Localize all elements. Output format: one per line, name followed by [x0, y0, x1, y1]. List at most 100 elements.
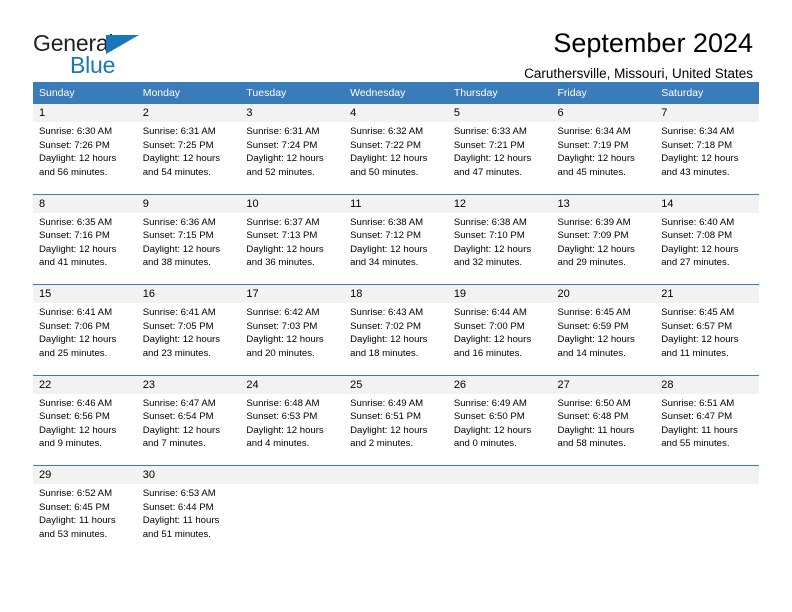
- daylight-duration-line2: and 41 minutes.: [39, 257, 108, 269]
- sunrise-time: Sunrise: 6:38 AM: [350, 216, 424, 228]
- daylight-duration-line2: and 9 minutes.: [39, 438, 102, 450]
- day-number[interactable]: 7: [655, 104, 759, 122]
- day-cell[interactable]: Sunrise: 6:31 AM Sunset: 7:25 PM Daylight:…: [136, 122, 241, 194]
- sunrise-time: Sunrise: 6:34 AM: [661, 126, 735, 137]
- daylight-duration-line2: and 32 minutes.: [453, 257, 523, 269]
- day-cell[interactable]: Sunrise: 6:51 AM Sunset: 6:47 PM Daylight:…: [655, 393, 759, 466]
- day-number[interactable]: 28: [655, 374, 759, 394]
- day-number[interactable]: 1: [33, 104, 137, 122]
- day-cell[interactable]: Sunrise: 6:35 AM Sunset: 7:16 PM Daylight:…: [33, 212, 137, 285]
- daylight-duration-line2: and 38 minutes.: [142, 257, 211, 269]
- day-cell[interactable]: Sunrise: 6:37 AM Sunset: 7:13 PM Daylight:…: [240, 212, 345, 285]
- day-cell[interactable]: Sunrise: 6:33 AM Sunset: 7:21 PM Daylight:…: [447, 122, 552, 194]
- day-cell[interactable]: Sunrise: 6:39 AM Sunset: 7:09 PM Daylight:…: [551, 212, 656, 285]
- day-number[interactable]: 30: [136, 465, 241, 484]
- day-cell[interactable]: Sunrise: 6:46 AM Sunset: 6:56 PM Daylight:…: [33, 393, 137, 466]
- daylight-duration-line1: Daylight: 12 hours: [142, 424, 221, 436]
- day-number[interactable]: 11: [344, 193, 448, 213]
- day-number[interactable]: 25: [344, 374, 448, 394]
- day-number[interactable]: 20: [551, 284, 656, 303]
- weekday-header-friday: Friday: [551, 82, 656, 104]
- day-number[interactable]: 22: [33, 374, 137, 394]
- daylight-duration-line2: and 56 minutes.: [39, 166, 108, 178]
- day-cell[interactable]: Sunrise: 6:31 AM Sunset: 7:24 PM Daylight:…: [240, 122, 345, 194]
- weekday-header-tuesday: Tuesday: [240, 82, 345, 104]
- daylight-duration-line1: Daylight: 12 hours: [350, 424, 428, 436]
- daylight-duration-line2: and 25 minutes.: [39, 347, 108, 359]
- day-number[interactable]: 2: [136, 104, 241, 122]
- day-cell[interactable]: Sunrise: 6:49 AM Sunset: 6:51 PM Daylight:…: [344, 393, 448, 466]
- day-number[interactable]: 24: [240, 374, 345, 394]
- sunrise-time: Sunrise: 6:32 AM: [350, 126, 424, 137]
- calendar-week-daynumbers: 29 30: [33, 465, 759, 484]
- day-number[interactable]: 5: [447, 104, 552, 122]
- day-cell[interactable]: Sunrise: 6:53 AM Sunset: 6:44 PM Daylight:…: [136, 484, 241, 556]
- day-cell[interactable]: Sunrise: 6:38 AM Sunset: 7:10 PM Daylight:…: [447, 212, 552, 285]
- logo-text-general: General: [33, 30, 114, 56]
- day-cell[interactable]: Sunrise: 6:32 AM Sunset: 7:22 PM Daylight:…: [344, 122, 448, 194]
- daylight-duration-line1: Daylight: 12 hours: [557, 334, 635, 346]
- calendar-page: General Blue September 2024 Caruthersvil…: [0, 0, 792, 612]
- day-number[interactable]: 17: [240, 284, 345, 303]
- day-number[interactable]: 4: [344, 104, 448, 122]
- day-cell[interactable]: Sunrise: 6:49 AM Sunset: 6:50 PM Daylight:…: [447, 393, 552, 466]
- daylight-duration-line2: and 2 minutes.: [350, 438, 414, 450]
- sunrise-time: Sunrise: 6:40 AM: [661, 216, 735, 228]
- day-number[interactable]: 18: [344, 284, 448, 303]
- sunrise-time: Sunrise: 6:39 AM: [557, 216, 631, 228]
- day-number[interactable]: 3: [240, 104, 345, 122]
- sunset-time: Sunset: 7:21 PM: [453, 139, 525, 151]
- day-cell[interactable]: Sunrise: 6:45 AM Sunset: 6:59 PM Daylight:…: [551, 303, 656, 375]
- day-cell[interactable]: Sunrise: 6:34 AM Sunset: 7:19 PM Daylight:…: [551, 122, 656, 194]
- day-cell[interactable]: Sunrise: 6:47 AM Sunset: 6:54 PM Daylight:…: [136, 393, 241, 466]
- day-cell[interactable]: Sunrise: 6:45 AM Sunset: 6:57 PM Daylight:…: [655, 303, 759, 375]
- day-number[interactable]: 12: [447, 193, 552, 213]
- sunrise-time: Sunrise: 6:42 AM: [246, 307, 320, 318]
- sunrise-time: Sunrise: 6:51 AM: [661, 397, 735, 409]
- day-cell[interactable]: Sunrise: 6:50 AM Sunset: 6:48 PM Daylight:…: [551, 393, 656, 466]
- day-number[interactable]: 19: [447, 284, 552, 303]
- day-number[interactable]: 27: [551, 374, 656, 394]
- daylight-duration-line2: and 45 minutes.: [557, 166, 626, 178]
- daylight-duration-line1: Daylight: 12 hours: [246, 334, 324, 346]
- logo-triangle-icon: [106, 35, 139, 54]
- day-number-empty: [240, 465, 345, 484]
- weekday-header-sunday: Sunday: [33, 82, 137, 104]
- sunrise-time: Sunrise: 6:48 AM: [246, 397, 320, 409]
- sunrise-time: Sunrise: 6:49 AM: [350, 397, 424, 409]
- day-cell[interactable]: Sunrise: 6:34 AM Sunset: 7:18 PM Daylight:…: [655, 122, 759, 194]
- day-number[interactable]: 29: [33, 465, 137, 484]
- day-cell[interactable]: Sunrise: 6:30 AM Sunset: 7:26 PM Daylight:…: [33, 122, 137, 194]
- day-cell[interactable]: Sunrise: 6:40 AM Sunset: 7:08 PM Daylight:…: [655, 212, 759, 285]
- sunset-time: Sunset: 6:50 PM: [453, 411, 525, 423]
- day-number[interactable]: 23: [136, 374, 241, 394]
- day-number[interactable]: 15: [33, 284, 137, 303]
- sunset-time: Sunset: 7:02 PM: [350, 320, 422, 332]
- day-cell[interactable]: Sunrise: 6:42 AM Sunset: 7:03 PM Daylight:…: [240, 303, 345, 375]
- day-cell[interactable]: Sunrise: 6:48 AM Sunset: 6:53 PM Daylight:…: [240, 393, 345, 466]
- day-cell[interactable]: Sunrise: 6:41 AM Sunset: 7:05 PM Daylight:…: [136, 303, 241, 375]
- day-cell[interactable]: Sunrise: 6:43 AM Sunset: 7:02 PM Daylight:…: [344, 303, 448, 375]
- day-number[interactable]: 13: [551, 193, 656, 213]
- daylight-duration-line1: Daylight: 12 hours: [246, 243, 324, 255]
- day-number[interactable]: 21: [655, 284, 759, 303]
- day-cell[interactable]: Sunrise: 6:41 AM Sunset: 7:06 PM Daylight:…: [33, 303, 137, 375]
- day-cell[interactable]: Sunrise: 6:38 AM Sunset: 7:12 PM Daylight:…: [344, 212, 448, 285]
- day-cell[interactable]: Sunrise: 6:44 AM Sunset: 7:00 PM Daylight:…: [447, 303, 552, 375]
- day-number[interactable]: 9: [136, 193, 241, 213]
- daylight-duration-line1: Daylight: 12 hours: [661, 153, 739, 165]
- daylight-duration-line1: Daylight: 12 hours: [453, 424, 532, 436]
- day-cell[interactable]: Sunrise: 6:52 AM Sunset: 6:45 PM Daylight:…: [33, 484, 137, 556]
- weekday-header-saturday: Saturday: [655, 82, 759, 104]
- day-cell[interactable]: Sunrise: 6:36 AM Sunset: 7:15 PM Daylight:…: [136, 212, 241, 285]
- day-number[interactable]: 16: [136, 284, 241, 303]
- day-number[interactable]: 8: [33, 193, 137, 213]
- day-number[interactable]: 6: [551, 104, 656, 122]
- daylight-duration-line2: and 50 minutes.: [350, 166, 419, 178]
- day-number[interactable]: 14: [655, 193, 759, 213]
- sunset-time: Sunset: 6:47 PM: [661, 411, 733, 423]
- daylight-duration-line1: Daylight: 11 hours: [557, 424, 635, 436]
- daylight-duration-line1: Daylight: 12 hours: [142, 153, 221, 165]
- day-number[interactable]: 10: [240, 193, 345, 213]
- day-number[interactable]: 26: [447, 374, 552, 394]
